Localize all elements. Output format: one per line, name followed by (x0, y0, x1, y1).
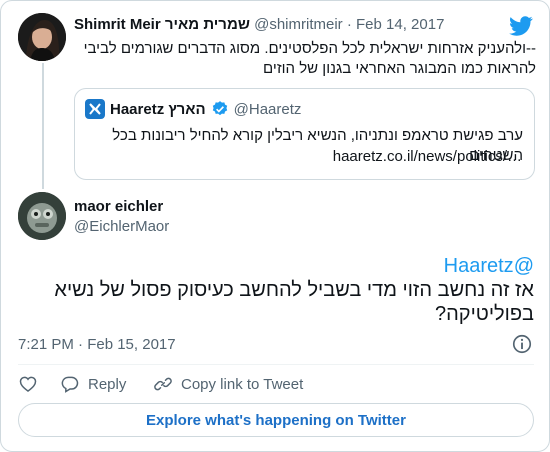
heart-icon (19, 376, 37, 393)
explore-twitter-button[interactable]: Explore what's happening on Twitter (18, 403, 534, 437)
original-tweet-header: Shimrit Meir שמרית מאיר @shimritmeir · F… (74, 15, 444, 35)
original-author-name[interactable]: Shimrit Meir שמרית מאיר (74, 16, 250, 33)
divider (18, 364, 534, 365)
reply-author-name[interactable]: maor eichler (74, 197, 163, 217)
copy-link-label: Copy link to Tweet (181, 375, 304, 393)
haaretz-logo-icon (85, 99, 105, 119)
thread-line (42, 63, 44, 189)
reply-button[interactable]: Reply (60, 374, 153, 394)
reply-tweet-text: אז זה נחשב הזוי מדי בשביל להחשב כעיסוק פ… (54, 279, 534, 325)
reply-button-label: Reply (88, 375, 127, 393)
original-tweet-text: --ולהעניק אזרחות ישראלית לכל הפלסטינים. … (74, 39, 536, 79)
original-tweet-line-2: להראות כמו המבוגר האחראי בגנון של הוזים (263, 60, 536, 77)
reply-mention-link[interactable]: @Haaretz (18, 254, 534, 278)
quoted-tweet[interactable]: Haaretz הארץ @Haaretz ערב פגישת טראמפ ונ… (74, 88, 535, 180)
reply-tweet-body: @Haaretz אז זה נחשב הזוי מדי בשביל להחשב… (18, 254, 534, 326)
quoted-tweet-header: Haaretz הארץ @Haaretz (85, 99, 301, 119)
reply-author-handle[interactable]: @EichlerMaor (74, 217, 169, 237)
embedded-tweet-card: Shimrit Meir שמרית מאיר @shimritmeir · F… (0, 0, 550, 452)
link-icon (154, 377, 172, 391)
like-button[interactable] (18, 374, 60, 394)
original-tweet-line-1: --ולהעניק אזרחות ישראלית לכל הפלסטינים. … (83, 40, 536, 57)
original-author-handle[interactable]: @shimritmeir (254, 16, 343, 33)
quoted-author-name: Haaretz הארץ (110, 100, 206, 118)
reply-timestamp[interactable]: 7:21 PM · Feb 15, 2017 (18, 335, 176, 355)
maor-avatar[interactable] (18, 192, 66, 240)
separator-dot: · (346, 16, 352, 33)
tweet-actions: Reply Copy link to Tweet (18, 373, 303, 395)
quoted-tweet-link[interactable]: haaretz.co.il/news/politics/… (333, 147, 522, 167)
copy-link-button[interactable]: Copy link to Tweet (153, 374, 303, 394)
twitter-bird-icon[interactable] (509, 14, 533, 38)
quoted-author-handle: @Haaretz (233, 100, 302, 118)
info-icon[interactable] (511, 333, 533, 355)
original-tweet-date[interactable]: Feb 14, 2017 (356, 16, 444, 33)
reply-bubble-icon (61, 376, 79, 393)
verified-badge-icon (212, 101, 227, 116)
shimrit-avatar[interactable] (18, 13, 66, 61)
